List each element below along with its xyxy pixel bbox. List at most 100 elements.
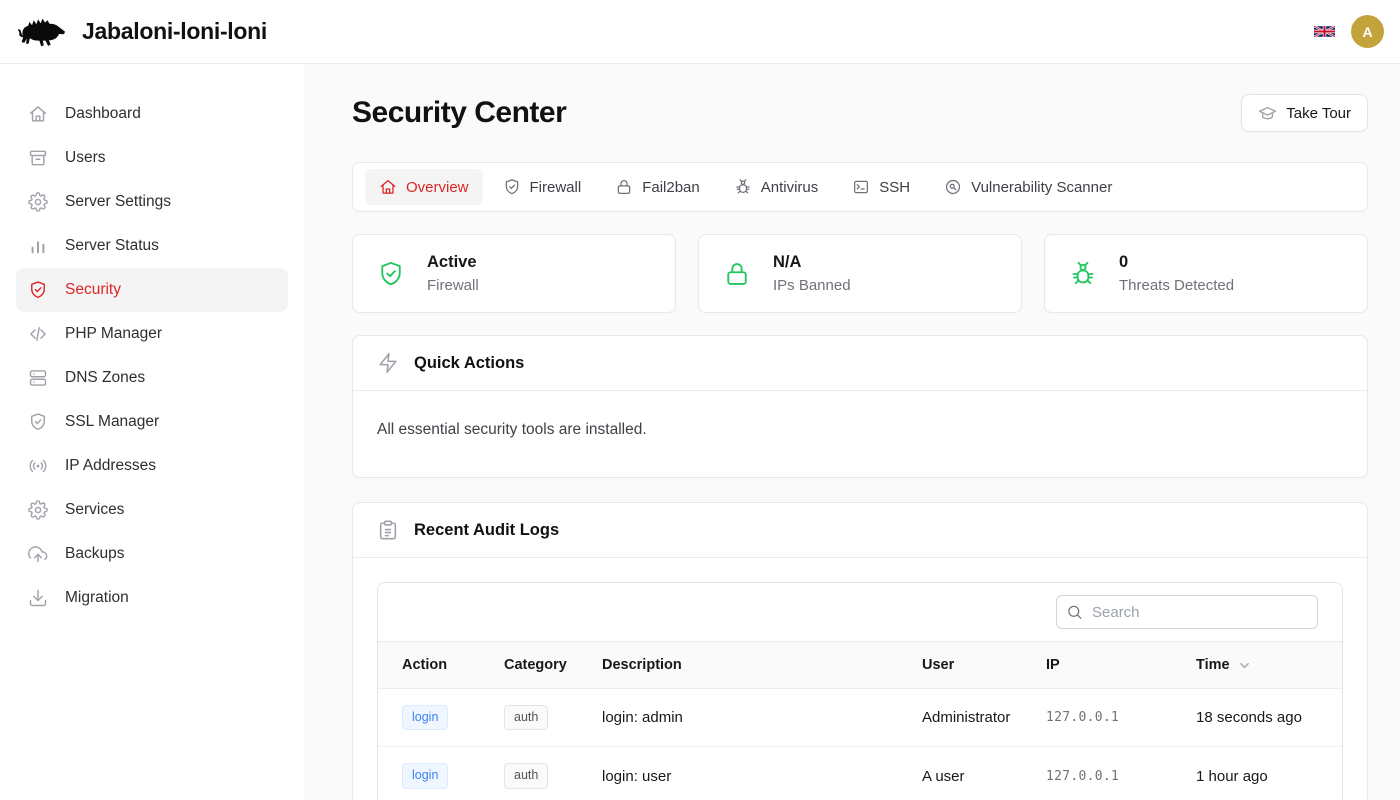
audit-search-input[interactable] — [1056, 595, 1318, 629]
status-label: IPs Banned — [773, 277, 851, 294]
sidebar-item-server-status[interactable]: Server Status — [16, 224, 288, 268]
time-cell: 18 seconds ago — [1180, 689, 1342, 747]
bug-icon — [1069, 260, 1097, 288]
status-card-ips-banned: N/A IPs Banned — [698, 234, 1022, 313]
time-sort-control[interactable]: Time — [1196, 657, 1252, 673]
home-icon — [379, 178, 397, 196]
column-header-description: Description — [586, 642, 906, 689]
description-cell: login: user — [586, 747, 906, 800]
tab-label: SSH — [879, 179, 910, 196]
sidebar-item-label: Server Settings — [65, 193, 171, 211]
tab-label: Antivirus — [761, 179, 819, 196]
language-flag-uk-icon[interactable] — [1314, 24, 1335, 39]
table-row: login auth login: admin Administrator 12… — [378, 689, 1342, 747]
security-tabs: Overview Firewall Fail2ban Antivirus SSH… — [352, 162, 1368, 212]
sidebar-item-label: IP Addresses — [65, 457, 156, 475]
app-title: Jabaloni-loni-loni — [82, 18, 267, 45]
take-tour-label: Take Tour — [1286, 105, 1351, 122]
tab-label: Overview — [406, 179, 469, 196]
sidebar-item-ip-addresses[interactable]: IP Addresses — [16, 444, 288, 488]
status-card-firewall: Active Firewall — [352, 234, 676, 313]
boar-logo — [16, 13, 68, 51]
user-avatar[interactable]: A — [1351, 15, 1384, 48]
ip-cell: 127.0.0.1 — [1030, 689, 1180, 747]
sidebar-item-users[interactable]: Users — [16, 136, 288, 180]
sidebar-item-migration[interactable]: Migration — [16, 576, 288, 620]
column-header-user: User — [906, 642, 1030, 689]
status-label: Threats Detected — [1119, 277, 1234, 294]
archive-box-icon — [28, 148, 48, 168]
quick-actions-title: Quick Actions — [414, 354, 524, 373]
sidebar-item-backups[interactable]: Backups — [16, 532, 288, 576]
bug-icon — [734, 178, 752, 196]
take-tour-button[interactable]: Take Tour — [1241, 94, 1368, 132]
server-stack-icon — [28, 368, 48, 388]
sidebar-item-label: SSL Manager — [65, 413, 159, 431]
lightning-bolt-icon — [377, 352, 399, 374]
status-card-threats: 0 Threats Detected — [1044, 234, 1368, 313]
description-cell: login: admin — [586, 689, 906, 747]
sidebar-item-label: Server Status — [65, 237, 159, 255]
sidebar-item-server-settings[interactable]: Server Settings — [16, 180, 288, 224]
sidebar-item-label: Services — [65, 501, 124, 519]
user-cell: Administrator — [906, 689, 1030, 747]
tab-label: Firewall — [530, 179, 582, 196]
sidebar-item-ssl-manager[interactable]: SSL Manager — [16, 400, 288, 444]
tab-label: Fail2ban — [642, 179, 700, 196]
action-badge: login — [402, 705, 448, 730]
tab-overview[interactable]: Overview — [365, 169, 483, 205]
table-header-row: Action Category Description User IP Time — [378, 642, 1342, 689]
ip-cell: 127.0.0.1 — [1030, 747, 1180, 800]
terminal-icon — [852, 178, 870, 196]
category-badge: auth — [504, 705, 548, 730]
shield-check-icon — [28, 412, 48, 432]
audit-logs-table-card: Action Category Description User IP Time — [377, 582, 1343, 800]
sidebar-item-label: Dashboard — [65, 105, 141, 123]
sidebar-item-dns-zones[interactable]: DNS Zones — [16, 356, 288, 400]
home-icon — [28, 104, 48, 124]
download-icon — [28, 588, 48, 608]
sidebar-item-php-manager[interactable]: PHP Manager — [16, 312, 288, 356]
shield-check-icon — [503, 178, 521, 196]
brand: Jabaloni-loni-loni — [16, 13, 267, 51]
lock-icon — [615, 178, 633, 196]
quick-actions-message: All essential security tools are install… — [353, 391, 1367, 477]
tab-ssh[interactable]: SSH — [838, 169, 924, 205]
shield-check-icon — [377, 260, 405, 288]
page-title: Security Center — [352, 96, 566, 130]
sidebar-item-security[interactable]: Security — [16, 268, 288, 312]
sidebar: Dashboard Users Server Settings Server S… — [0, 64, 304, 800]
time-cell: 1 hour ago — [1180, 747, 1342, 800]
sidebar-item-label: Migration — [65, 589, 129, 607]
tab-firewall[interactable]: Firewall — [489, 169, 596, 205]
sidebar-item-dashboard[interactable]: Dashboard — [16, 92, 288, 136]
user-cell: A user — [906, 747, 1030, 800]
action-badge: login — [402, 763, 448, 788]
gear-icon — [28, 192, 48, 212]
graduation-cap-icon — [1258, 104, 1277, 123]
quick-actions-panel: Quick Actions All essential security too… — [352, 335, 1368, 478]
tab-fail2ban[interactable]: Fail2ban — [601, 169, 714, 205]
sidebar-item-label: Security — [65, 281, 121, 299]
column-header-action: Action — [378, 642, 488, 689]
bar-chart-icon — [28, 236, 48, 256]
audit-logs-title: Recent Audit Logs — [414, 521, 559, 540]
clipboard-icon — [377, 519, 399, 541]
shield-check-icon — [28, 280, 48, 300]
tab-antivirus[interactable]: Antivirus — [720, 169, 833, 205]
sidebar-item-services[interactable]: Services — [16, 488, 288, 532]
status-value: 0 — [1119, 253, 1234, 272]
chevron-down-icon — [1237, 658, 1252, 673]
table-row: login auth login: user A user 127.0.0.1 … — [378, 747, 1342, 800]
sidebar-item-label: Backups — [65, 545, 124, 563]
status-value: N/A — [773, 253, 851, 272]
audit-logs-panel: Recent Audit Logs Action Cat — [352, 502, 1368, 800]
tab-vulnerability-scanner[interactable]: Vulnerability Scanner — [930, 169, 1126, 205]
sidebar-item-label: Users — [65, 149, 105, 167]
code-icon — [28, 324, 48, 344]
top-header: Jabaloni-loni-loni A — [0, 0, 1400, 64]
cloud-upload-icon — [28, 544, 48, 564]
audit-logs-table: Action Category Description User IP Time — [378, 641, 1342, 800]
tab-label: Vulnerability Scanner — [971, 179, 1112, 196]
scan-search-icon — [944, 178, 962, 196]
